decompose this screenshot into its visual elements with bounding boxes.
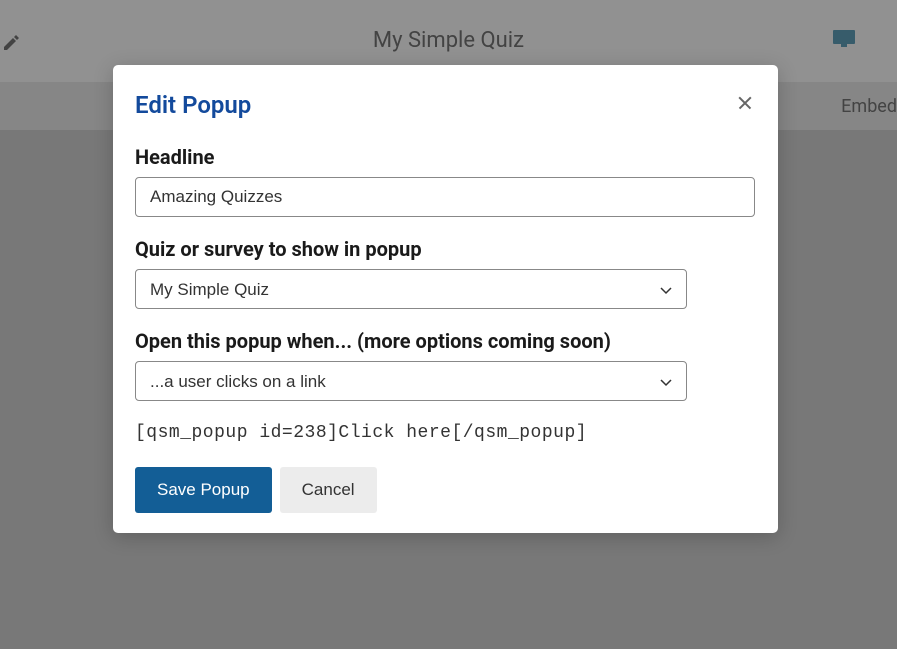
trigger-select-field-group: Open this popup when... (more options co… [135,329,756,401]
trigger-select[interactable]: ...a user clicks on a link [135,361,687,401]
quiz-select-field-group: Quiz or survey to show in popup My Simpl… [135,237,756,309]
button-row: Save Popup Cancel [135,467,756,513]
headline-field-group: Headline [135,145,756,217]
save-button[interactable]: Save Popup [135,467,272,513]
quiz-select[interactable]: My Simple Quiz [135,269,687,309]
shortcode-text: [qsm_popup id=238]Click here[/qsm_popup] [135,423,756,443]
edit-popup-modal: Edit Popup Headline Quiz or survey to sh… [113,65,778,533]
trigger-select-wrap: ...a user clicks on a link [135,361,687,401]
modal-title: Edit Popup [135,91,756,119]
close-icon[interactable] [736,93,756,113]
quiz-select-label: Quiz or survey to show in popup [135,237,756,261]
headline-input[interactable] [135,177,755,217]
trigger-select-label: Open this popup when... (more options co… [135,329,756,353]
quiz-select-wrap: My Simple Quiz [135,269,687,309]
cancel-button[interactable]: Cancel [280,467,377,513]
headline-label: Headline [135,145,756,169]
